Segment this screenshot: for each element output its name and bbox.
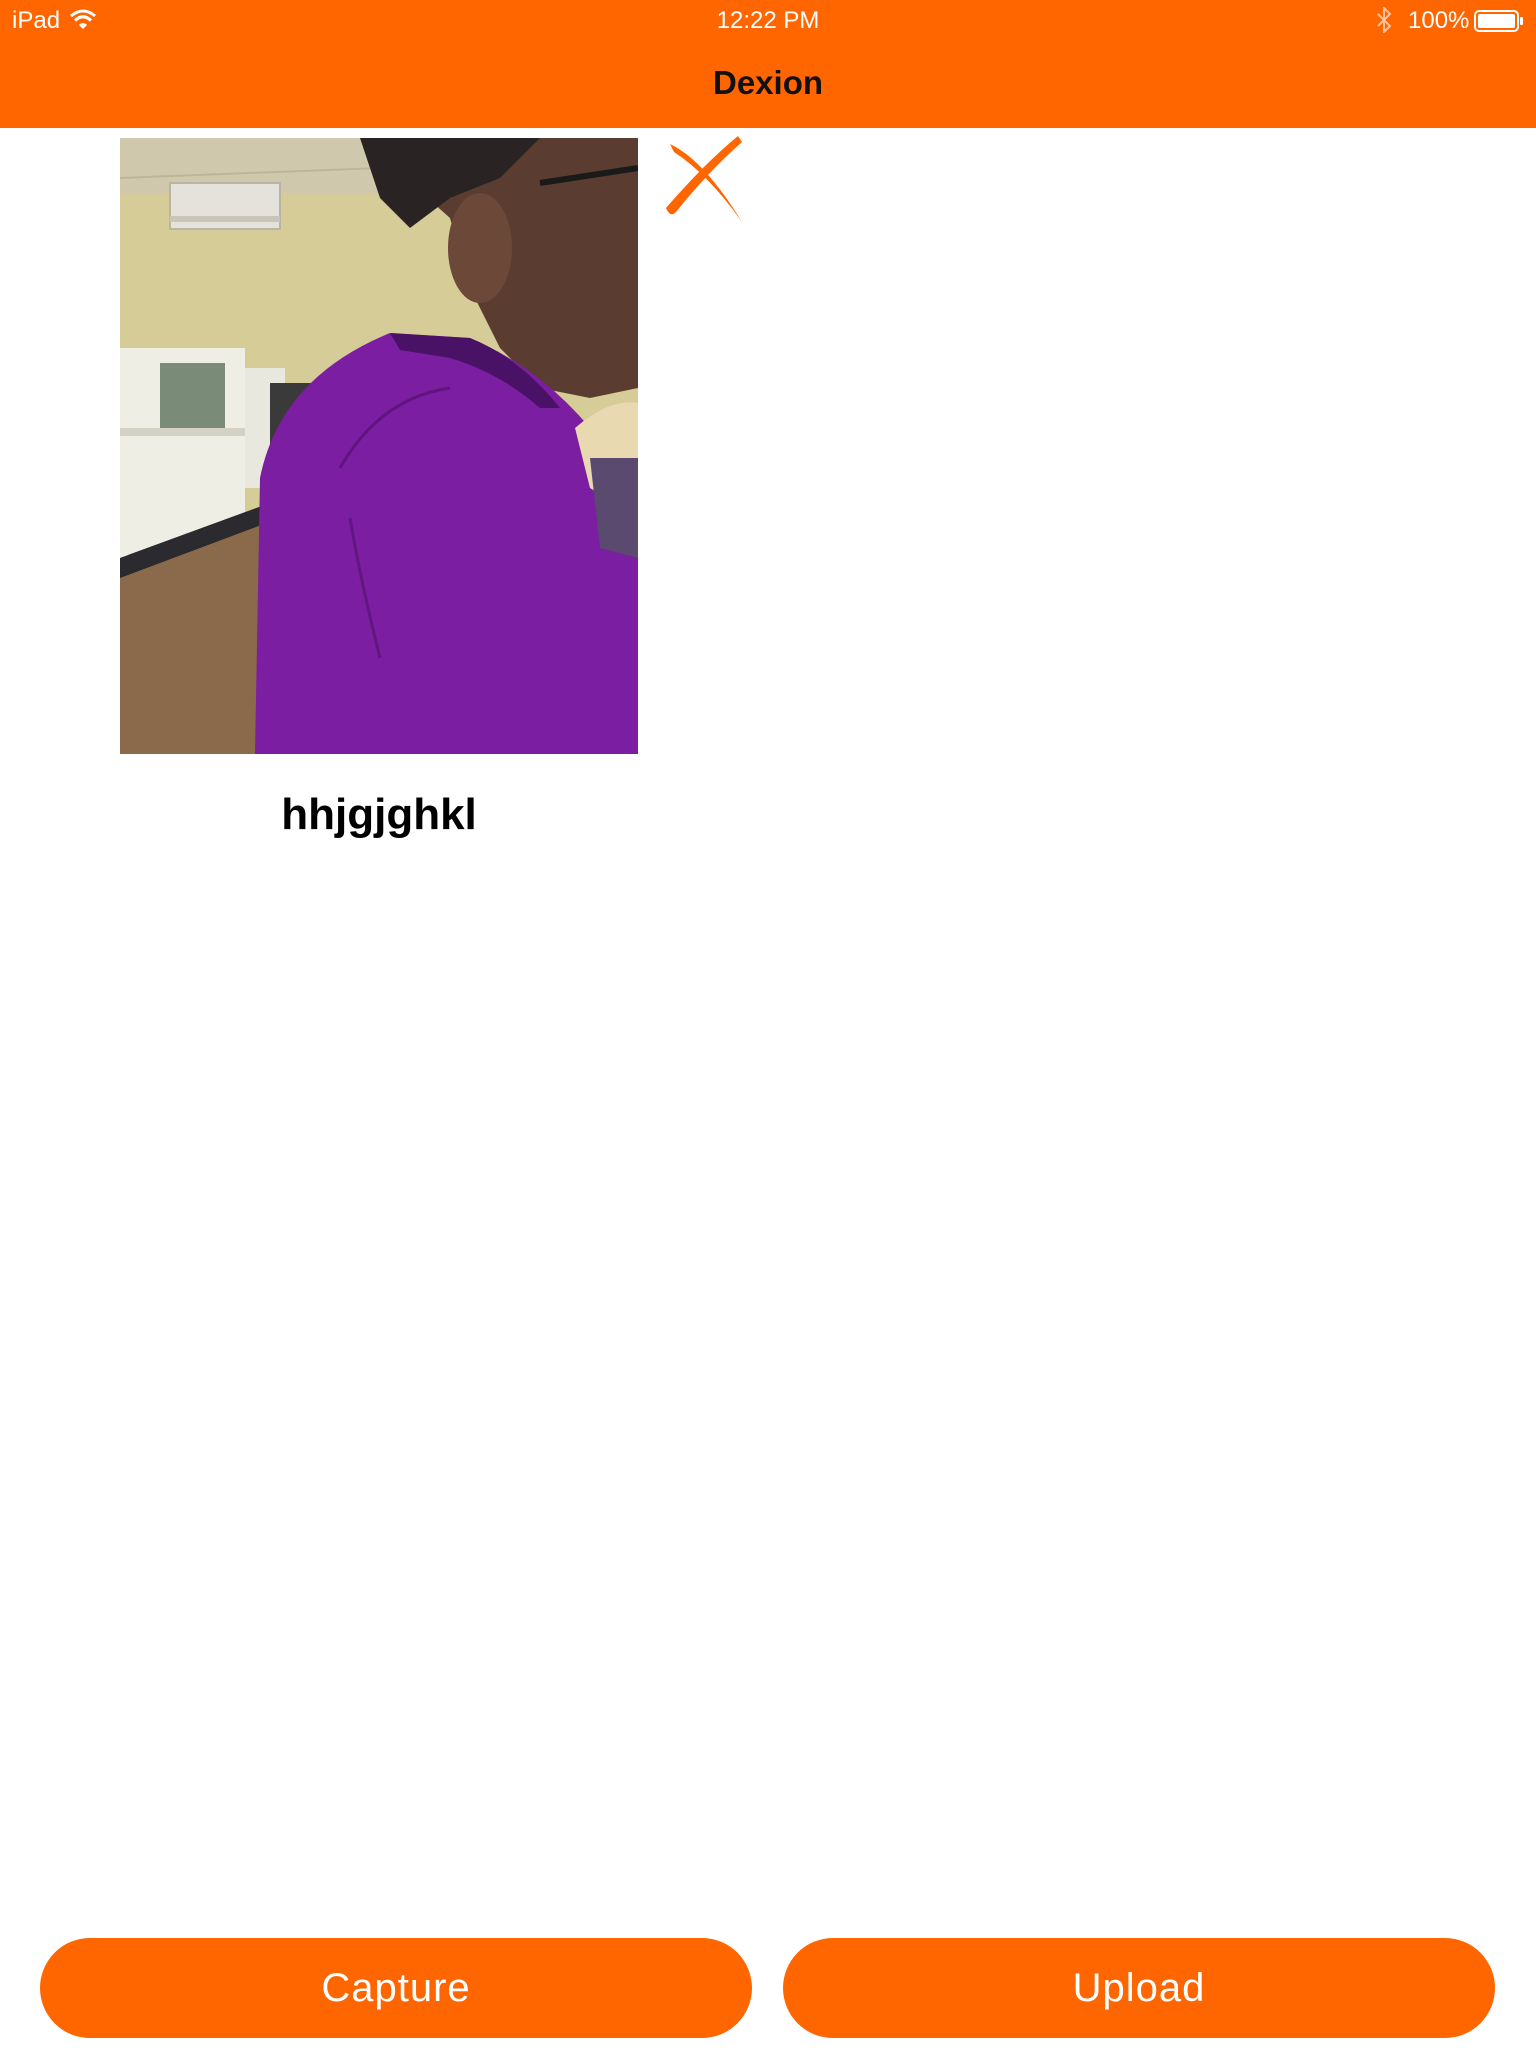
- capture-button[interactable]: Capture: [40, 1938, 752, 2038]
- bluetooth-icon: [1377, 7, 1392, 33]
- page-title: Dexion: [712, 64, 824, 101]
- status-time: 12:22 PM: [716, 7, 820, 34]
- photo-image: [120, 138, 638, 754]
- battery-percentage: 100%: [1408, 7, 1470, 34]
- close-icon[interactable]: [664, 134, 748, 224]
- captured-photo[interactable]: [120, 138, 638, 754]
- navigation-bar: iPad 12:22 PM 100% Dexion: [0, 0, 1536, 128]
- photo-caption: hhjgjghkl: [281, 790, 477, 839]
- screen: iPad 12:22 PM 100% Dexion hhjgjghkl Capt…: [0, 0, 1536, 2048]
- status-bar: iPad 12:22 PM 100%: [0, 0, 1536, 40]
- battery-icon: [1474, 10, 1523, 32]
- upload-button[interactable]: Upload: [783, 1938, 1495, 2038]
